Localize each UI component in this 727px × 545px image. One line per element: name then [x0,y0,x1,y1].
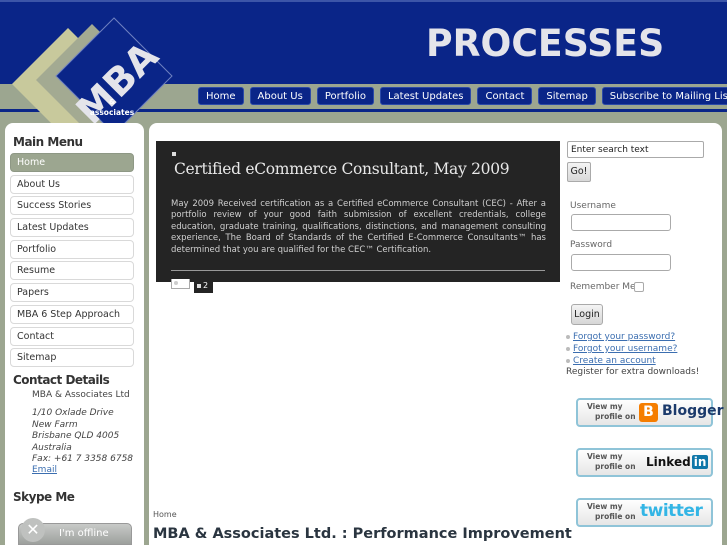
logo-associates: associates [90,108,135,117]
profile-on-text: profile on [595,462,636,471]
linkedin-profile-button[interactable]: View my profile on Linked in [576,448,713,477]
profile-on-text: profile on [595,512,636,521]
offline-x-icon: ✕ [21,518,45,542]
search-go-button[interactable]: Go! [567,162,591,182]
slide-bullet-icon [172,152,176,156]
news-slideshow: Certified eCommerce Consultant, May 2009… [156,141,560,282]
sidebar-item-about-us[interactable]: About Us [10,174,134,194]
remember-me-checkbox[interactable] [634,282,644,292]
login-button[interactable]: Login [571,304,603,325]
breadcrumb[interactable]: Home [153,510,177,519]
page-title: MBA & Associates Ltd. : Performance Impr… [153,526,572,542]
nav-sitemap[interactable]: Sitemap [538,87,596,105]
sidebar-item-home[interactable]: Home [10,153,134,172]
blogger-wordmark: Blogger [662,403,724,419]
forgot-username-link[interactable]: Forgot your username? [566,343,677,355]
username-field[interactable] [571,214,671,231]
sidebar-item-success-stories[interactable]: Success Stories [10,196,134,216]
blogger-icon: B [639,403,658,422]
search-input[interactable] [567,141,704,158]
twitter-wordmark: twitter [640,501,703,521]
mba-logo[interactable]: MBA & associates [0,14,180,139]
address-line: Australia [32,442,72,453]
top-nav: Home About Us Portfolio Latest Updates C… [198,87,727,105]
sidebar-item-portfolio[interactable]: Portfolio [10,239,134,259]
sidebar-item-resume[interactable]: Resume [10,261,134,281]
email-link[interactable]: Email [32,465,57,475]
skype-status-button[interactable]: ✕ I'm offline [18,518,132,545]
fax-line: Fax: +61 7 3358 6758 [32,454,134,464]
twitter-profile-button[interactable]: View my profile on twitter [576,498,713,527]
nav-home[interactable]: Home [198,87,244,105]
address-line: New Farm [32,419,78,430]
password-field[interactable] [571,254,671,271]
linkedin-wordmark: Linked in [646,455,709,469]
nav-subscribe[interactable]: Subscribe to Mailing List [601,87,727,105]
view-profile-text: View my profile on [587,452,636,472]
pager-page-2[interactable]: 2 [194,279,213,293]
slide-text: May 2009 Received certification as a Cer… [171,199,546,255]
nav-about-us[interactable]: About Us [249,87,311,105]
logo-ampersand: & [109,98,115,106]
main-menu: Home About Us Success Stories Latest Upd… [10,153,134,370]
linkedin-in-icon: in [691,455,709,469]
skype-title: Skype Me [13,490,75,504]
create-account-link[interactable]: Create an account [566,355,677,367]
view-my-text: View my [587,402,623,411]
sidebar-item-sitemap[interactable]: Sitemap [10,348,134,368]
password-label: Password [570,240,613,250]
nav-latest-updates[interactable]: Latest Updates [379,87,472,105]
address-line: Brisbane QLD 4005 [32,431,120,441]
slide-title[interactable]: Certified eCommerce Consultant, May 2009 [174,160,510,178]
contact-address: 1/10 Oxlade Drive New Farm Brisbane QLD … [32,408,133,466]
blogger-profile-button[interactable]: View my profile on B Blogger [576,398,724,427]
nav-contact[interactable]: Contact [477,87,533,105]
view-my-text: View my [587,502,623,511]
register-note: Register for extra downloads! [566,367,700,377]
sidebar-item-latest-updates[interactable]: Latest Updates [10,218,134,238]
login-links: Forgot your password? Forgot your userna… [566,331,677,367]
contact-company-name: MBA & Associates Ltd [32,390,130,400]
linkedin-text: Linked [646,455,691,469]
view-profile-text: View my profile on [587,402,636,422]
view-my-text: View my [587,452,623,461]
slide-divider [171,270,545,271]
address-line: 1/10 Oxlade Drive [32,408,114,418]
banner-title: PROCESSES [426,22,665,65]
nav-portfolio[interactable]: Portfolio [316,87,374,105]
sidebar-item-mba-6-step[interactable]: MBA 6 Step Approach [10,304,134,324]
forgot-password-link[interactable]: Forgot your password? [566,331,677,343]
username-label: Username [570,201,616,211]
slideshow-pager: 2 [171,279,213,293]
pager-page-1[interactable] [171,279,190,289]
view-profile-text: View my profile on [587,502,636,522]
remember-me-label: Remember Me [570,282,636,292]
main-menu-title: Main Menu [13,135,83,149]
sidebar-item-contact[interactable]: Contact [10,326,134,346]
profile-on-text: profile on [595,412,636,421]
contact-details-title: Contact Details [13,373,110,387]
skype-status-label: I'm offline [59,528,109,539]
sidebar-item-papers[interactable]: Papers [10,283,134,303]
